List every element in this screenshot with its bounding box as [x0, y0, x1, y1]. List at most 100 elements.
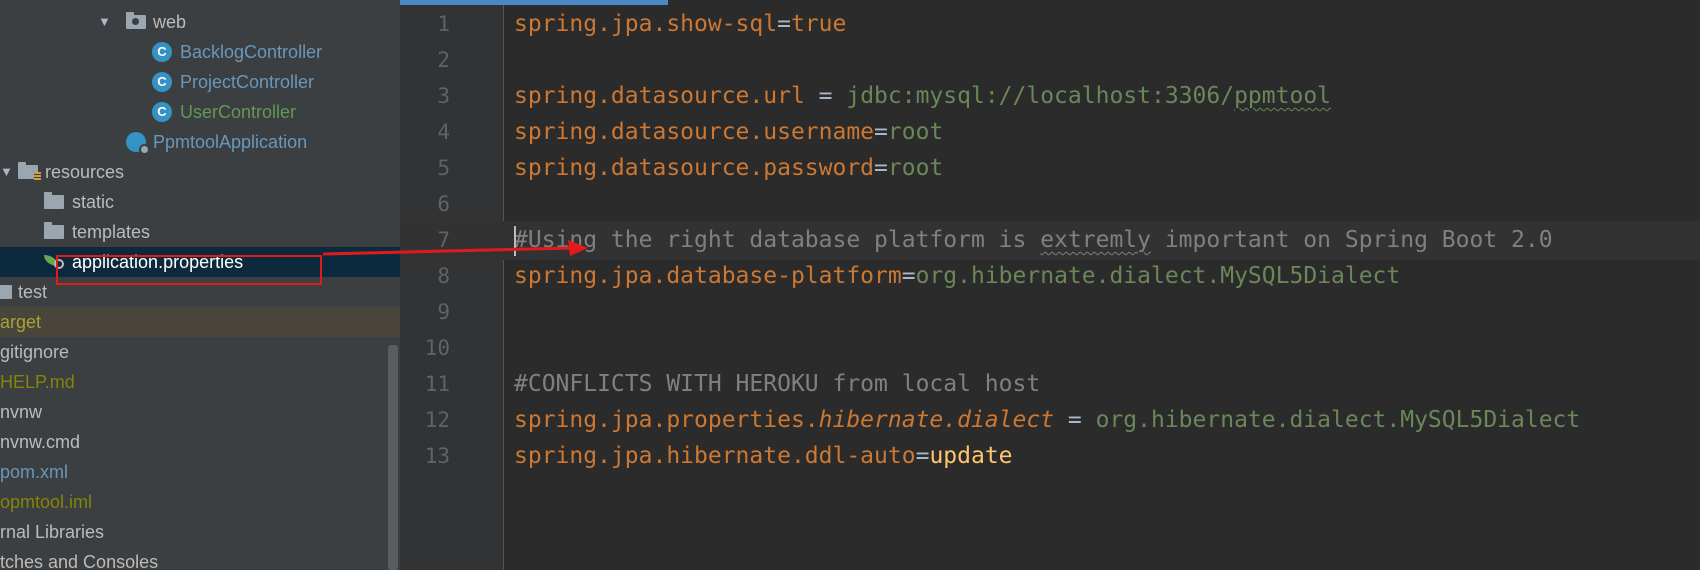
code-text: spring.jpa.properties.hibernate.dialect …: [514, 401, 1580, 440]
tree-item-label: pom.xml: [0, 462, 69, 482]
tree-item-templates[interactable]: templates: [0, 217, 400, 247]
line-number: 6: [437, 192, 450, 216]
code-token: spring.jpa.hibernate.ddl-auto: [514, 443, 916, 469]
tree-item-resources[interactable]: ▼ resources: [0, 157, 400, 187]
tree-item-ppmtoolapplication[interactable]: PpmtoolApplication: [0, 127, 400, 157]
code-token: root: [887, 155, 944, 181]
code-token: update: [929, 443, 1013, 469]
code-token: ppmtool: [1234, 83, 1332, 109]
tree-item-web[interactable]: ▼ web: [0, 7, 400, 37]
text-caret: [514, 226, 516, 256]
tree-item-help-md[interactable]: HELP.md: [0, 367, 400, 397]
code-token: spring.jpa.database-platform: [514, 263, 902, 289]
code-text: spring.jpa.hibernate.ddl-auto=update: [514, 437, 1013, 476]
code-token: extremly: [1040, 227, 1151, 253]
code-line[interactable]: 10: [400, 329, 1700, 368]
tree-item-label: ProjectController: [180, 72, 315, 92]
code-line[interactable]: 11 #CONFLICTS WITH HEROKU from local host: [400, 365, 1700, 404]
tree-item-projectcontroller[interactable]: C ProjectController: [0, 67, 400, 97]
tree-item-pom-xml[interactable]: pom.xml: [0, 457, 400, 487]
code-text: spring.jpa.show-sql=true: [514, 5, 846, 44]
tree-item-label: tches and Consoles: [0, 552, 159, 570]
line-number: 9: [437, 300, 450, 324]
code-line[interactable]: 3 spring.datasource.url = jdbc:mysql://lo…: [400, 77, 1700, 116]
folder-icon: [0, 285, 12, 299]
tree-item-label: nvnw: [0, 402, 43, 422]
tree-item-label: rnal Libraries: [0, 522, 105, 542]
code-token: root: [887, 119, 944, 145]
tree-item-static[interactable]: static: [0, 187, 400, 217]
tree-item-label: templates: [72, 222, 151, 242]
code-line[interactable]: 5 spring.datasource.password=root: [400, 149, 1700, 188]
code-token: =: [777, 11, 791, 37]
code-token: spring.jpa.show-sql: [514, 11, 778, 37]
code-text: spring.jpa.database-platform=org.hiberna…: [514, 257, 1400, 296]
tree-item-tches-and-consoles[interactable]: tches and Consoles: [0, 547, 400, 570]
resources-folder-icon: [18, 162, 41, 181]
tree-item-label: opmtool.iml: [0, 492, 93, 512]
code-text: #Using the right database platform is ex…: [514, 221, 1553, 260]
tree-item-rnal-libraries[interactable]: rnal Libraries: [0, 517, 400, 547]
line-number: 7: [437, 228, 450, 252]
code-line[interactable]: 7 #Using the right database platform is e…: [400, 221, 1700, 260]
code-line[interactable]: 12 spring.jpa.properties.hibernate.dialec…: [400, 401, 1700, 440]
tree-item-backlogcontroller[interactable]: C BacklogController: [0, 37, 400, 67]
code-line[interactable]: 9: [400, 293, 1700, 332]
tree-item-label: gitignore: [0, 342, 70, 362]
package-folder-icon: [126, 12, 146, 29]
code-token: spring.datasource.url: [514, 83, 805, 109]
code-token: =: [804, 83, 847, 109]
code-token: =: [901, 263, 916, 289]
line-number: 4: [437, 120, 450, 144]
line-number: 11: [424, 372, 450, 396]
code-text: spring.datasource.url = jdbc:mysql://loc…: [514, 77, 1331, 116]
code-token: jdbc:mysql://localhost:3306/: [846, 83, 1235, 109]
folder-icon: [44, 192, 64, 209]
code-token: #Using the right database platform is: [514, 227, 1041, 253]
tree-item-usercontroller[interactable]: C UserController: [0, 97, 400, 127]
code-line[interactable]: 1 spring.jpa.show-sql=true: [400, 5, 1700, 44]
expand-arrow-icon[interactable]: ▼: [98, 7, 111, 37]
code-text: #CONFLICTS WITH HEROKU from local host: [514, 365, 1040, 404]
project-tree-scrollbar[interactable]: [388, 345, 398, 570]
java-class-icon: C: [152, 102, 172, 122]
line-number: 8: [437, 264, 450, 288]
line-number: 5: [437, 156, 450, 180]
code-token: =: [874, 155, 888, 181]
tree-item-label: arget: [0, 312, 42, 332]
expand-arrow-icon[interactable]: ▼: [0, 157, 13, 187]
code-token: =: [874, 119, 888, 145]
annotation-highlight-box: [56, 255, 322, 285]
code-token: org.hibernate.dialect.MySQL5Dialect: [1095, 407, 1581, 433]
tree-item-label: static: [72, 192, 115, 212]
code-token: spring.jpa.properties.: [514, 407, 819, 433]
code-token: spring.datasource.username: [514, 119, 875, 145]
tree-item-label: test: [18, 282, 48, 302]
code-line[interactable]: 8 spring.jpa.database-platform=org.hibern…: [400, 257, 1700, 296]
tree-item-label: HELP.md: [0, 372, 75, 392]
code-token: org.hibernate.dialect.MySQL5Dialect: [915, 263, 1401, 289]
code-line[interactable]: 6: [400, 185, 1700, 224]
code-text: spring.datasource.username=root: [514, 113, 943, 152]
tree-item-label: web: [153, 12, 187, 32]
spring-app-class-icon: [126, 132, 150, 155]
folder-icon: [44, 222, 64, 239]
code-token: =: [1054, 407, 1096, 433]
tree-item-nvnw-cmd[interactable]: nvnw.cmd: [0, 427, 400, 457]
tree-item-arget[interactable]: arget: [0, 307, 400, 337]
java-class-icon: C: [152, 72, 172, 92]
tree-item-label: PpmtoolApplication: [153, 132, 308, 152]
tree-item-label: nvnw.cmd: [0, 432, 81, 452]
tree-item-gitignore[interactable]: gitignore: [0, 337, 400, 367]
code-token: #CONFLICTS WITH HEROKU from local host: [514, 371, 1041, 397]
code-token: important on Spring Boot 2.0: [1150, 227, 1553, 253]
tree-item-opmtool-iml[interactable]: opmtool.iml: [0, 487, 400, 517]
code-line[interactable]: 4 spring.datasource.username=root: [400, 113, 1700, 152]
tree-item-label: resources: [45, 162, 125, 182]
code-line[interactable]: 13 spring.jpa.hibernate.ddl-auto=update: [400, 437, 1700, 476]
project-tree-panel: ▼ web C BacklogController C ProjectController…: [0, 0, 400, 570]
line-number: 3: [437, 84, 450, 108]
tree-item-nvnw[interactable]: nvnw: [0, 397, 400, 427]
line-number: 1: [437, 12, 450, 36]
code-line[interactable]: 2: [400, 41, 1700, 80]
